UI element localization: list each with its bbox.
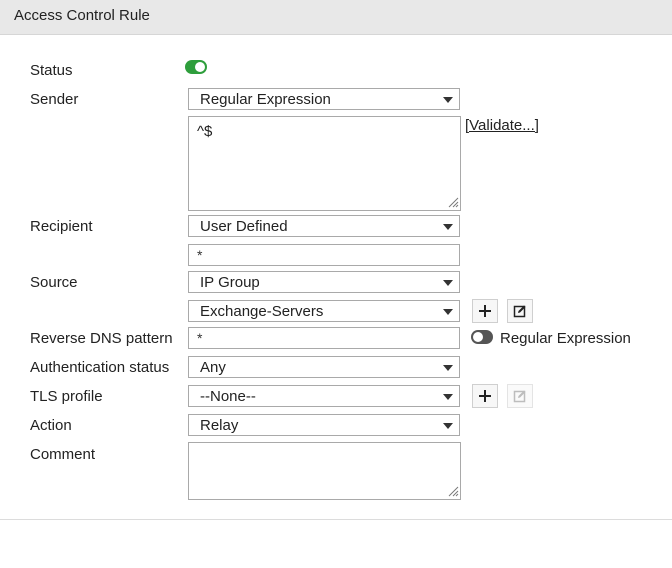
recipient-input[interactable] — [188, 244, 460, 266]
footer-divider — [0, 519, 672, 520]
validate-link[interactable]: [Validate...] — [465, 117, 539, 134]
sender-select-value: Regular Expression — [200, 91, 331, 108]
edit-tls-profile-button[interactable] — [507, 384, 533, 408]
comment-label: Comment — [30, 446, 96, 463]
status-label: Status — [30, 62, 73, 79]
auth-status-label: Authentication status — [30, 359, 170, 376]
reverse-dns-label: Reverse DNS pattern — [30, 330, 173, 347]
recipient-label: Recipient — [30, 218, 93, 235]
action-label: Action — [30, 417, 72, 434]
plus-icon — [479, 390, 491, 402]
dialog-title: Access Control Rule — [14, 7, 150, 24]
source-group-value: Exchange-Servers — [200, 303, 324, 320]
caret-down-icon — [443, 309, 453, 315]
reverse-dns-input[interactable] — [188, 327, 460, 349]
caret-down-icon — [443, 394, 453, 400]
caret-down-icon — [443, 224, 453, 230]
action-select[interactable]: Relay — [188, 414, 460, 436]
plus-icon — [479, 305, 491, 317]
caret-down-icon — [443, 280, 453, 286]
sender-label: Sender — [30, 91, 79, 108]
auth-status-value: Any — [200, 359, 226, 376]
status-toggle[interactable] — [185, 60, 207, 74]
dialog-header: Access Control Rule — [0, 0, 672, 35]
sender-expression-textarea[interactable]: ^$ — [188, 116, 461, 211]
caret-down-icon — [443, 365, 453, 371]
action-value: Relay — [200, 417, 239, 434]
recipient-select[interactable]: User Defined — [188, 215, 460, 237]
tls-profile-select[interactable]: --None-- — [188, 385, 460, 407]
sender-select[interactable]: Regular Expression — [188, 88, 460, 110]
source-select-value: IP Group — [200, 274, 260, 291]
tls-profile-label: TLS profile — [30, 388, 103, 405]
resize-grip-icon[interactable] — [447, 196, 459, 208]
source-label: Source — [30, 274, 78, 291]
edit-icon — [513, 390, 526, 403]
tls-profile-value: --None-- — [200, 388, 256, 405]
comment-textarea[interactable] — [188, 442, 461, 500]
edit-icon — [513, 305, 526, 318]
add-tls-profile-button[interactable] — [472, 384, 498, 408]
regex-toggle[interactable] — [471, 330, 493, 344]
source-group-select[interactable]: Exchange-Servers — [188, 300, 460, 322]
edit-source-group-button[interactable] — [507, 299, 533, 323]
source-select[interactable]: IP Group — [188, 271, 460, 293]
caret-down-icon — [443, 423, 453, 429]
resize-grip-icon[interactable] — [447, 485, 459, 497]
auth-status-select[interactable]: Any — [188, 356, 460, 378]
toggle-knob — [195, 62, 205, 72]
caret-down-icon — [443, 97, 453, 103]
add-source-group-button[interactable] — [472, 299, 498, 323]
recipient-select-value: User Defined — [200, 218, 288, 235]
regex-toggle-label: Regular Expression — [500, 330, 631, 347]
toggle-knob — [473, 332, 483, 342]
